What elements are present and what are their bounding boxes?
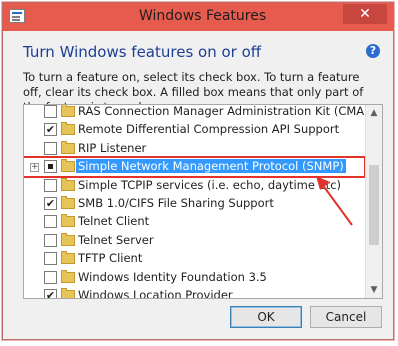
feature-row[interactable]: + Simple Network Management Protocol (SNM… (24, 156, 366, 179)
feature-label: RAS Connection Manager Administration Ki… (78, 104, 377, 118)
cancel-button[interactable]: Cancel (310, 306, 382, 328)
title-bar[interactable]: Windows Features ✕ (3, 3, 393, 31)
ok-button[interactable]: OK (230, 306, 302, 328)
help-icon[interactable]: ? (366, 44, 380, 58)
feature-label: SMB 1.0/CIFS File Sharing Support (78, 196, 274, 210)
feature-row[interactable]: Telnet Client (24, 213, 364, 231)
folder-icon (61, 122, 75, 136)
feature-checkbox[interactable] (44, 105, 57, 118)
feature-label: Windows Identity Foundation 3.5 (78, 269, 267, 284)
feature-row[interactable]: ✔ SMB 1.0/CIFS File Sharing Support (24, 195, 364, 213)
features-tree[interactable]: RAS Connection Manager Administration Ki… (23, 104, 383, 299)
feature-label: Simple Network Management Protocol (SNMP… (76, 159, 346, 174)
folder-icon (61, 288, 75, 298)
scroll-down-arrow-icon[interactable]: ▼ (366, 282, 382, 298)
folder-icon (61, 140, 75, 154)
feature-label: Windows Location Provider (78, 288, 233, 299)
folder-icon (61, 105, 75, 117)
feature-row[interactable]: Simple TCPIP services (i.e. echo, daytim… (24, 177, 364, 195)
feature-label: Simple TCPIP services (i.e. echo, daytim… (78, 177, 342, 192)
window-title: Windows Features (139, 8, 267, 24)
windows-features-dialog: Windows Features ✕ Turn Windows features… (2, 2, 394, 340)
feature-checkbox[interactable] (44, 141, 57, 155)
feature-row[interactable]: RIP Listener (24, 140, 364, 158)
close-button[interactable]: ✕ (343, 4, 387, 24)
folder-icon (61, 214, 75, 228)
feature-checkbox[interactable] (44, 178, 57, 192)
page-heading: Turn Windows features on or off (23, 43, 262, 61)
folder-icon (61, 269, 75, 283)
feature-checkbox[interactable]: ✔ (44, 289, 57, 298)
feature-label: Telnet Client (78, 214, 150, 229)
folder-icon (61, 177, 75, 191)
scroll-up-arrow-icon[interactable]: ▲ (366, 105, 382, 121)
vertical-scrollbar[interactable]: ▲ ▼ (365, 105, 382, 298)
feature-checkbox[interactable]: ✔ (44, 123, 57, 137)
feature-row[interactable]: Telnet Server (24, 232, 364, 250)
feature-label: TFTP Client (78, 251, 143, 266)
windows-features-icon (9, 9, 25, 23)
feature-row[interactable]: ✔ Remote Differential Compression API Sup… (24, 121, 364, 139)
feature-label: RIP Listener (78, 140, 147, 155)
feature-label: Remote Differential Compression API Supp… (78, 122, 340, 137)
feature-row[interactable]: RAS Connection Manager Administration Ki… (24, 105, 376, 121)
feature-checkbox[interactable] (44, 233, 57, 247)
expand-icon[interactable]: + (30, 163, 39, 173)
feature-checkbox[interactable] (44, 270, 57, 284)
folder-icon (61, 196, 75, 209)
feature-row[interactable]: TFTP Client (24, 250, 364, 268)
feature-row[interactable]: Windows Identity Foundation 3.5 (24, 269, 364, 287)
feature-checkbox[interactable]: ✔ (44, 197, 57, 210)
feature-label: Telnet Server (78, 232, 154, 247)
folder-icon (61, 232, 75, 246)
scroll-thumb[interactable] (369, 165, 379, 245)
feature-checkbox[interactable] (44, 252, 57, 266)
folder-icon (61, 251, 75, 265)
feature-row[interactable]: ✔ Windows Location Provider (24, 287, 364, 299)
folder-icon (61, 159, 75, 173)
feature-checkbox[interactable] (44, 160, 57, 174)
feature-checkbox[interactable] (44, 215, 57, 229)
